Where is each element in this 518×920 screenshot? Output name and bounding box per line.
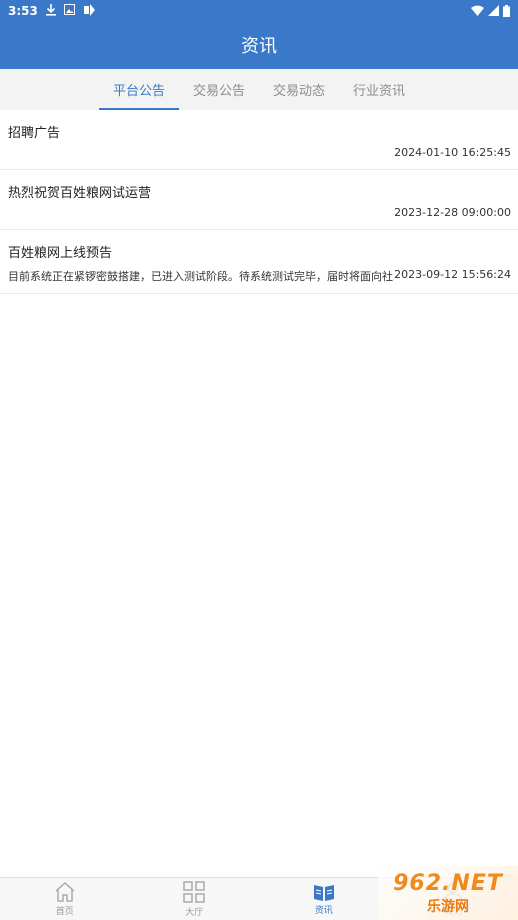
app-icon bbox=[83, 3, 96, 18]
news-summary: 目前系统正在紧锣密鼓搭建，已进入测试阶段。待系统测试完毕，届时将面向社 bbox=[8, 270, 393, 283]
news-date: 2023-09-12 15:56:24 bbox=[394, 268, 511, 281]
page-title: 资讯 bbox=[241, 36, 277, 57]
watermark-logo: 962.NET 乐游网 bbox=[378, 866, 518, 920]
nav-label: 大厅 bbox=[185, 907, 204, 918]
nav-label: 首页 bbox=[55, 906, 74, 917]
nav-home[interactable]: 首页 bbox=[0, 878, 130, 920]
news-title: 招聘广告 bbox=[8, 126, 61, 141]
news-list: 招聘广告 2024-01-10 16:25:45 热烈祝贺百姓粮网试运营 202… bbox=[0, 110, 518, 294]
home-icon bbox=[54, 881, 76, 902]
tab-label: 交易动态 bbox=[272, 84, 325, 99]
nav-news[interactable]: 资讯 bbox=[259, 878, 389, 920]
news-date: 2023-12-28 09:00:00 bbox=[394, 206, 511, 219]
tab-trade-notice[interactable]: 交易公告 bbox=[179, 69, 259, 110]
tab-label: 交易公告 bbox=[192, 84, 245, 99]
download-icon bbox=[45, 3, 56, 18]
battery-icon bbox=[503, 4, 510, 17]
tab-platform-notice[interactable]: 平台公告 bbox=[99, 69, 179, 110]
news-title: 百姓粮网上线预告 bbox=[8, 246, 113, 261]
watermark-top: 962.NET bbox=[393, 870, 503, 896]
photo-icon bbox=[63, 4, 75, 17]
header: 资讯 bbox=[0, 21, 518, 69]
tab-label: 平台公告 bbox=[112, 84, 165, 99]
book-icon bbox=[313, 883, 335, 901]
tab-industry-info[interactable]: 行业资讯 bbox=[339, 69, 419, 110]
list-item[interactable]: 百姓粮网上线预告 目前系统正在紧锣密鼓搭建，已进入测试阶段。待系统测试完毕，届时… bbox=[0, 230, 518, 294]
tab-label: 行业资讯 bbox=[352, 84, 405, 99]
list-item[interactable]: 热烈祝贺百姓粮网试运营 2023-12-28 09:00:00 bbox=[0, 170, 518, 230]
signal-icon bbox=[488, 5, 499, 16]
watermark-bottom: 乐游网 bbox=[427, 898, 469, 915]
news-date: 2024-01-10 16:25:45 bbox=[394, 146, 511, 159]
nav-hall[interactable]: 大厅 bbox=[130, 878, 260, 920]
tab-trade-news[interactable]: 交易动态 bbox=[259, 69, 339, 110]
wifi-icon bbox=[471, 5, 484, 16]
news-title: 热烈祝贺百姓粮网试运营 bbox=[8, 186, 152, 201]
status-time: 3:53 bbox=[8, 3, 38, 18]
status-bar: 3:53 bbox=[0, 0, 518, 21]
grid-icon bbox=[183, 880, 205, 903]
list-item[interactable]: 招聘广告 2024-01-10 16:25:45 bbox=[0, 110, 518, 170]
tab-bar: 平台公告 交易公告 交易动态 行业资讯 bbox=[0, 69, 518, 110]
nav-label: 资讯 bbox=[314, 905, 333, 916]
